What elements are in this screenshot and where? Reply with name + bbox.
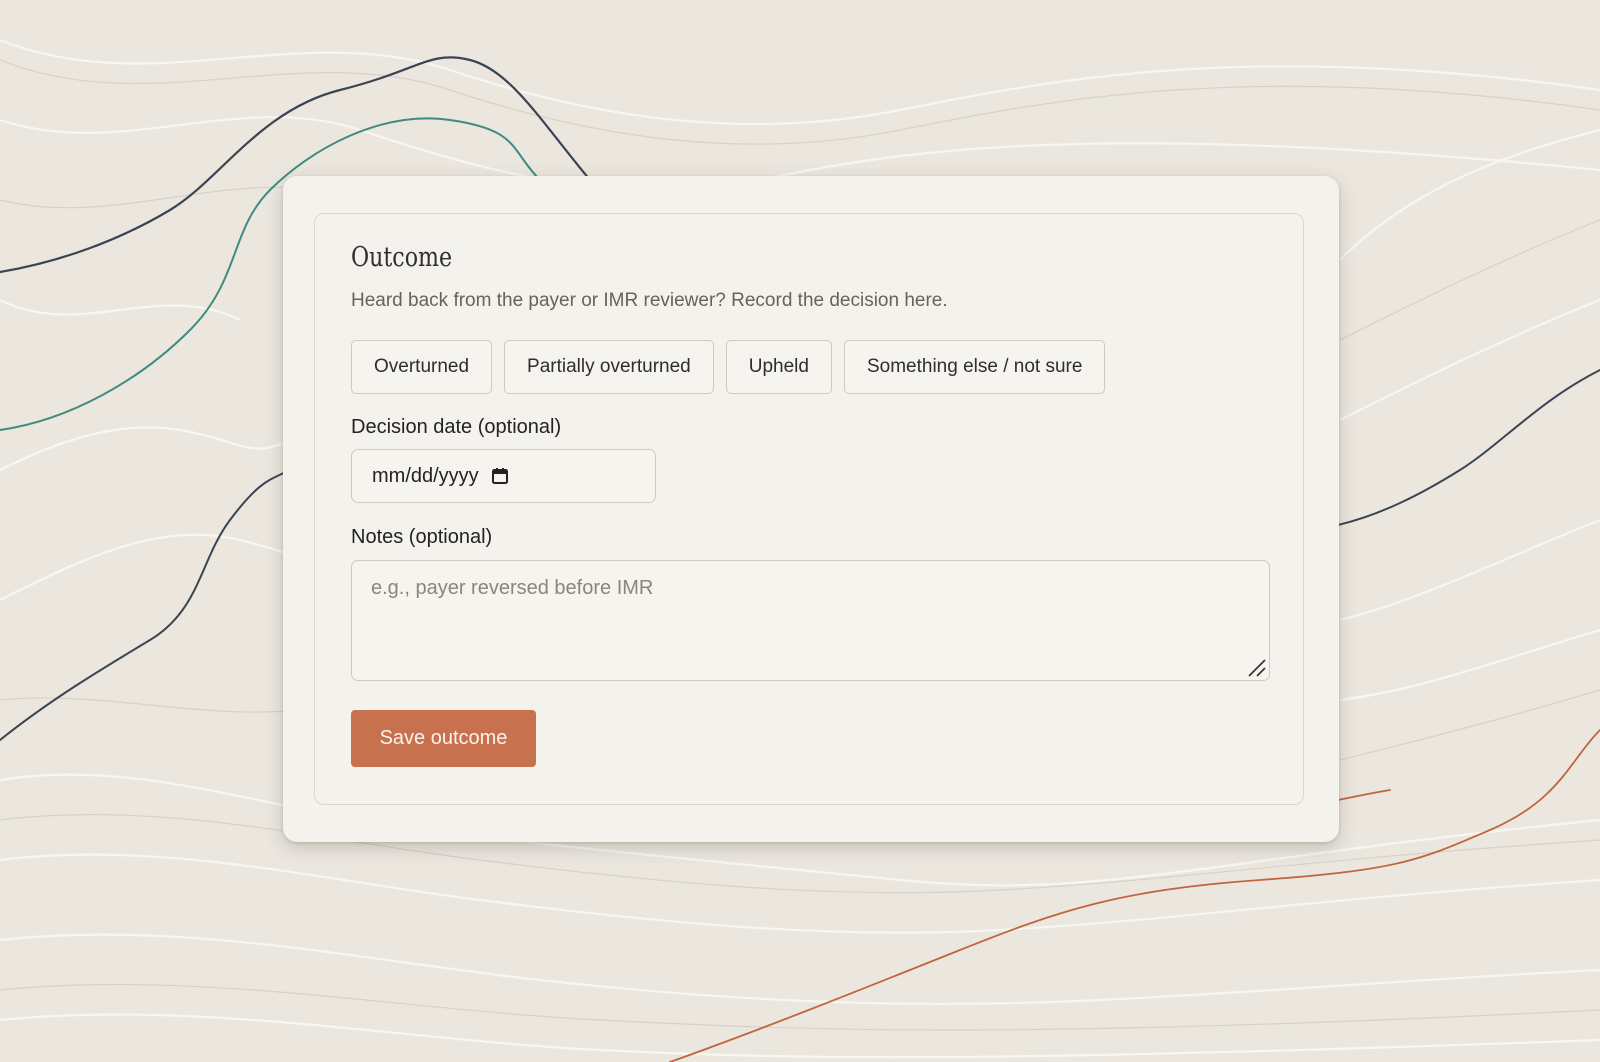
notes-textarea[interactable] <box>351 560 1270 681</box>
outcome-panel: Outcome Heard back from the payer or IMR… <box>314 213 1304 805</box>
decision-date-label: Decision date (optional) <box>351 416 562 438</box>
notes-label: Notes (optional) <box>351 526 493 548</box>
calendar-icon[interactable] <box>491 467 509 485</box>
option-upheld-button[interactable]: Upheld <box>725 340 832 394</box>
option-partially-overturned-button[interactable]: Partially overturned <box>504 340 714 394</box>
decision-date-input[interactable]: mm/dd/yyyy <box>351 449 656 503</box>
save-outcome-button[interactable]: Save outcome <box>351 710 536 767</box>
outcome-card: Outcome Heard back from the payer or IMR… <box>283 176 1339 842</box>
section-subtitle: Heard back from the payer or IMR reviewe… <box>351 290 948 311</box>
resize-handle-icon[interactable] <box>1245 656 1267 678</box>
option-something-else-button[interactable]: Something else / not sure <box>843 340 1106 394</box>
section-title: Outcome <box>351 242 453 273</box>
decision-date-value: mm/dd/yyyy <box>372 464 479 487</box>
outcome-options: Overturned Partially overturned Upheld S… <box>351 340 1106 394</box>
option-overturned-button[interactable]: Overturned <box>351 340 493 394</box>
